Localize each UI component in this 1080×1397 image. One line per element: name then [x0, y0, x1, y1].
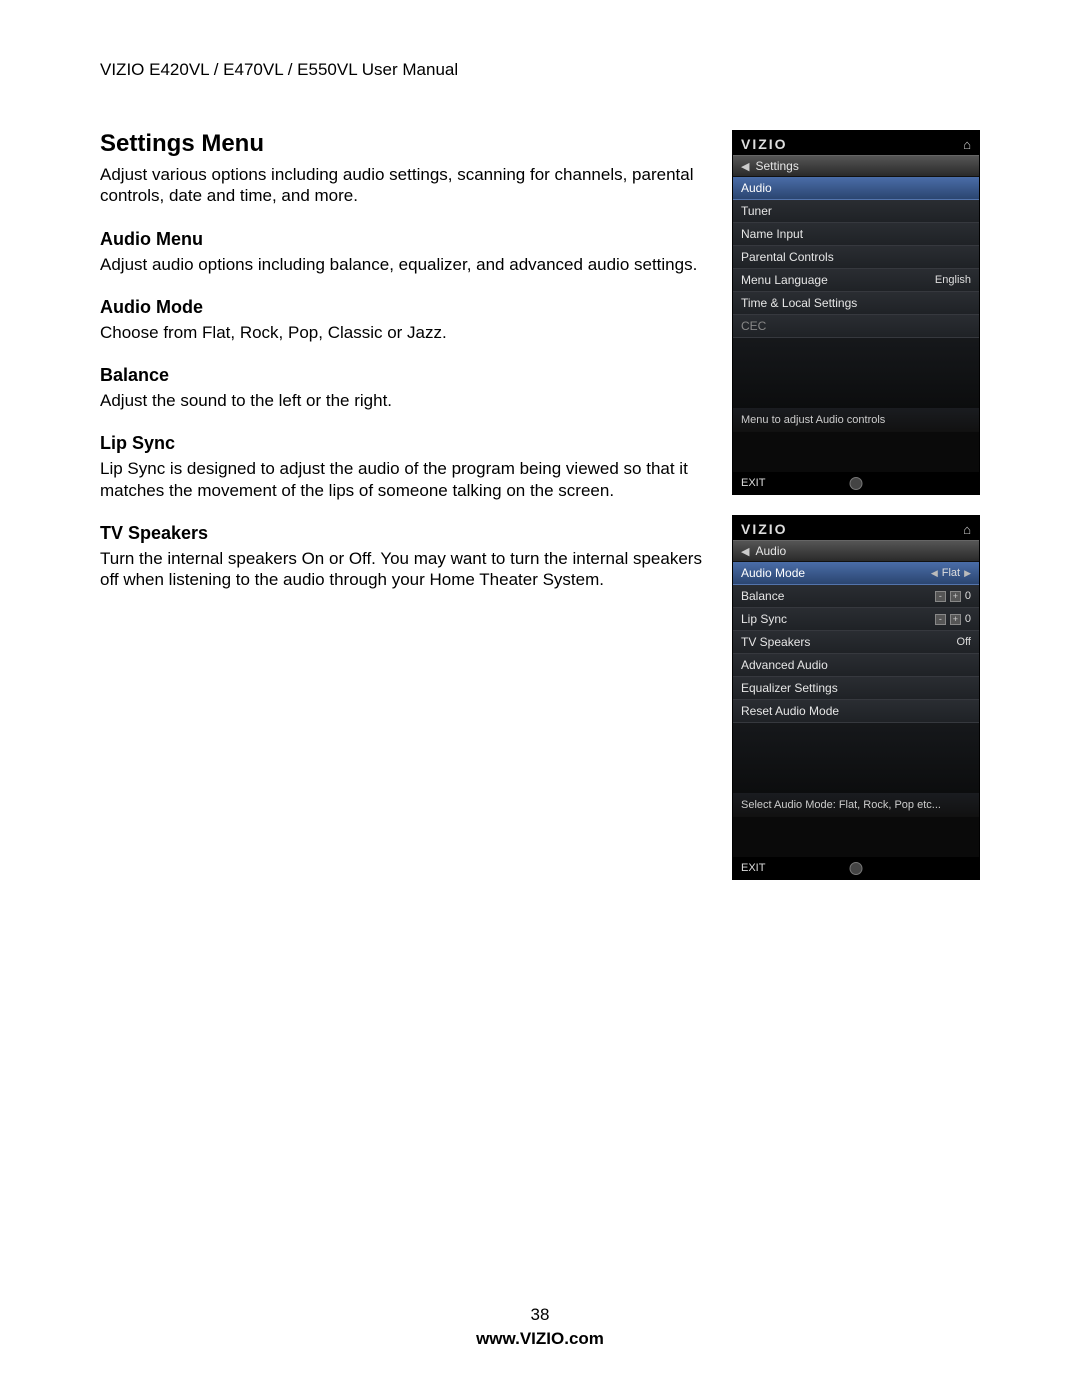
back-arrow-icon: ◀	[741, 545, 749, 558]
menu-row-lip-sync[interactable]: Lip Sync - + 0	[733, 608, 979, 631]
menu-row-parental-controls[interactable]: Parental Controls	[733, 246, 979, 269]
doc-header: VIZIO E420VL / E470VL / E550VL User Manu…	[100, 60, 980, 80]
page-footer: 38 www.VIZIO.com	[0, 1305, 1080, 1349]
section-body: Adjust audio options including balance, …	[100, 254, 704, 275]
exit-label[interactable]: EXIT	[741, 477, 765, 489]
menu-row-tv-speakers[interactable]: TV Speakers Off	[733, 631, 979, 654]
row-label: Time & Local Settings	[741, 296, 857, 310]
page-title: Settings Menu	[100, 130, 704, 158]
right-arrow-icon: ▶	[964, 568, 971, 579]
text-column: Settings Menu Adjust various options inc…	[100, 130, 704, 900]
section-heading-balance: Balance	[100, 365, 704, 386]
menu-row-balance[interactable]: Balance - + 0	[733, 585, 979, 608]
row-label: Menu Language	[741, 273, 828, 287]
section-body: Turn the internal speakers On or Off. Yo…	[100, 548, 704, 591]
menu-row-time-local[interactable]: Time & Local Settings	[733, 292, 979, 315]
menu-row-tuner[interactable]: Tuner	[733, 200, 979, 223]
section-body: Choose from Flat, Rock, Pop, Classic or …	[100, 322, 704, 343]
row-label: Name Input	[741, 227, 803, 241]
osd-hint: Menu to adjust Audio controls	[733, 408, 979, 432]
osd-footer: EXIT	[733, 857, 979, 879]
osd-spacer	[733, 338, 979, 408]
footer-url: www.VIZIO.com	[0, 1329, 1080, 1349]
ok-icon	[850, 862, 863, 875]
osd-spacer	[733, 817, 979, 857]
breadcrumb: ◀ Audio	[733, 540, 979, 562]
section-heading-tv-speakers: TV Speakers	[100, 523, 704, 544]
osd-settings: VIZIO ⌂ ◀ Settings Audio Tuner Name Inpu…	[732, 130, 980, 495]
row-value: - + 0	[935, 590, 971, 602]
row-value: - + 0	[935, 613, 971, 625]
menu-row-menu-language[interactable]: Menu Language English	[733, 269, 979, 292]
row-value: English	[935, 274, 971, 286]
left-arrow-icon: ◀	[931, 568, 938, 579]
screenshot-column: VIZIO ⌂ ◀ Settings Audio Tuner Name Inpu…	[732, 130, 980, 900]
intro-text: Adjust various options including audio s…	[100, 164, 704, 207]
back-arrow-icon: ◀	[741, 160, 749, 173]
row-label: Parental Controls	[741, 250, 834, 264]
breadcrumb-label: Audio	[755, 544, 786, 558]
ok-icon	[850, 477, 863, 490]
osd-footer: EXIT	[733, 472, 979, 494]
menu-row-advanced-audio[interactable]: Advanced Audio	[733, 654, 979, 677]
page-number: 38	[0, 1305, 1080, 1325]
osd-audio: VIZIO ⌂ ◀ Audio Audio Mode ◀ Flat ▶ Bala…	[732, 515, 980, 880]
osd-brand: VIZIO	[741, 521, 788, 537]
plus-icon: +	[950, 614, 961, 625]
home-icon: ⌂	[963, 522, 971, 537]
row-label: Audio Mode	[741, 566, 805, 580]
home-icon: ⌂	[963, 137, 971, 152]
section-heading-audio-menu: Audio Menu	[100, 229, 704, 250]
row-label: Advanced Audio	[741, 658, 828, 672]
row-label: CEC	[741, 319, 766, 333]
menu-row-audio-mode[interactable]: Audio Mode ◀ Flat ▶	[733, 562, 979, 585]
row-label: Tuner	[741, 204, 772, 218]
row-label: Equalizer Settings	[741, 681, 838, 695]
minus-icon: -	[935, 614, 946, 625]
row-value: Off	[957, 636, 971, 648]
minus-icon: -	[935, 591, 946, 602]
osd-hint: Select Audio Mode: Flat, Rock, Pop etc..…	[733, 793, 979, 817]
breadcrumb: ◀ Settings	[733, 155, 979, 177]
row-label: Balance	[741, 589, 784, 603]
section-heading-lip-sync: Lip Sync	[100, 433, 704, 454]
breadcrumb-label: Settings	[755, 159, 798, 173]
section-body: Adjust the sound to the left or the righ…	[100, 390, 704, 411]
plus-icon: +	[950, 591, 961, 602]
menu-row-name-input[interactable]: Name Input	[733, 223, 979, 246]
row-label: Reset Audio Mode	[741, 704, 839, 718]
osd-brand: VIZIO	[741, 136, 788, 152]
row-label: Lip Sync	[741, 612, 787, 626]
section-body: Lip Sync is designed to adjust the audio…	[100, 458, 704, 501]
osd-spacer	[733, 723, 979, 793]
exit-label[interactable]: EXIT	[741, 862, 765, 874]
row-label: Audio	[741, 181, 772, 195]
menu-row-cec[interactable]: CEC	[733, 315, 979, 338]
menu-row-equalizer[interactable]: Equalizer Settings	[733, 677, 979, 700]
menu-row-audio[interactable]: Audio	[733, 177, 979, 200]
osd-spacer	[733, 432, 979, 472]
menu-row-reset-audio-mode[interactable]: Reset Audio Mode	[733, 700, 979, 723]
row-value: ◀ Flat ▶	[931, 567, 971, 579]
section-heading-audio-mode: Audio Mode	[100, 297, 704, 318]
row-label: TV Speakers	[741, 635, 810, 649]
